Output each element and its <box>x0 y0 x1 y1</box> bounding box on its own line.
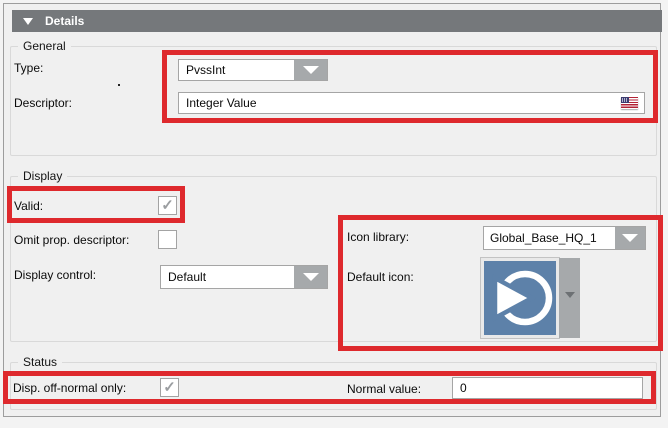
normal-value-label: Normal value: <box>347 382 421 396</box>
collapse-triangle-icon[interactable] <box>23 18 33 25</box>
type-dropdown-value: PvssInt <box>179 60 294 80</box>
details-header-title: Details <box>45 14 84 28</box>
chevron-down-icon <box>303 273 319 281</box>
stray-dot <box>118 84 120 86</box>
valid-label: Valid: <box>14 199 43 213</box>
disp-offnormal-label: Disp. off-normal only: <box>13 381 126 395</box>
omit-descriptor-label: Omit prop. descriptor: <box>14 233 129 247</box>
display-group-label: Display <box>18 169 67 183</box>
icon-library-dropdown[interactable]: Global_Base_HQ_1 <box>483 226 646 250</box>
checkmark-icon: ✓ <box>161 198 174 213</box>
normal-value-input[interactable] <box>453 381 642 395</box>
descriptor-label: Descriptor: <box>14 96 72 110</box>
general-group-label: General <box>18 39 71 53</box>
details-header[interactable]: Details <box>12 10 662 32</box>
default-icon-button[interactable] <box>481 258 559 338</box>
icon-library-label: Icon library: <box>347 230 409 244</box>
default-icon-dropdown-button[interactable] <box>559 258 580 338</box>
enter-circle-arrow-icon <box>484 261 556 335</box>
checkmark-icon: ✓ <box>163 380 176 395</box>
disp-offnormal-checkbox[interactable]: ✓ <box>160 378 179 397</box>
display-control-dropdown-button[interactable] <box>294 266 327 288</box>
chevron-down-icon <box>303 66 319 74</box>
us-flag-icon <box>621 97 638 109</box>
normal-value-field[interactable] <box>452 377 643 399</box>
display-control-value: Default <box>161 266 294 288</box>
chevron-down-icon <box>565 292 575 298</box>
valid-checkbox[interactable]: ✓ <box>158 196 177 215</box>
descriptor-field[interactable] <box>178 92 645 114</box>
chevron-down-icon <box>622 234 638 242</box>
descriptor-input[interactable] <box>179 96 621 110</box>
status-group-label: Status <box>18 355 62 369</box>
icon-library-dropdown-button[interactable] <box>615 227 645 249</box>
display-control-dropdown[interactable]: Default <box>160 265 328 289</box>
details-panel-screen: Details General Type: PvssInt Descriptor… <box>0 0 668 428</box>
type-label: Type: <box>14 61 43 75</box>
display-control-label: Display control: <box>14 268 96 282</box>
omit-descriptor-checkbox[interactable] <box>158 230 177 249</box>
default-icon-label: Default icon: <box>347 270 414 284</box>
icon-library-value: Global_Base_HQ_1 <box>484 227 615 249</box>
type-dropdown-button[interactable] <box>294 60 327 80</box>
type-dropdown[interactable]: PvssInt <box>178 59 328 81</box>
